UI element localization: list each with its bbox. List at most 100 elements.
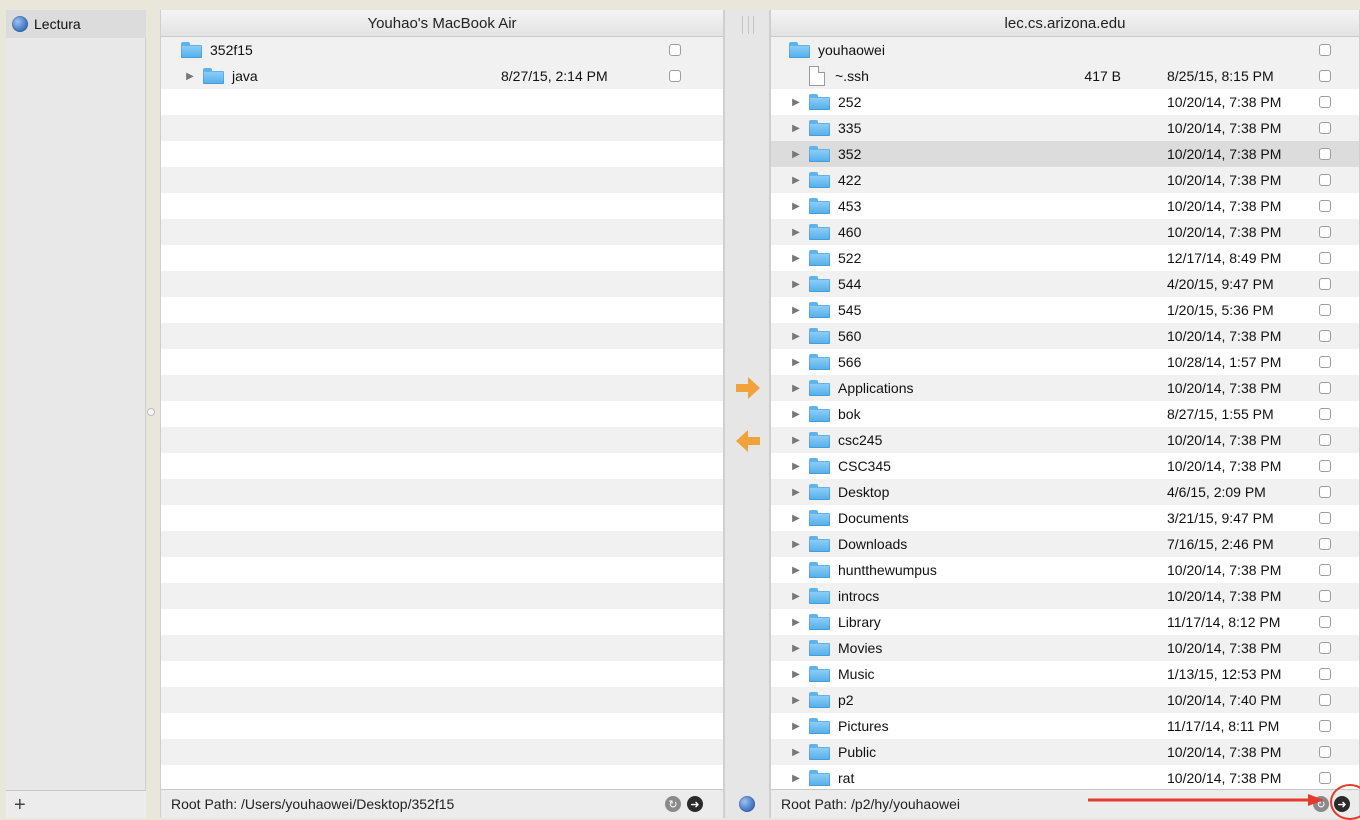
list-item[interactable]: ▶ 522 12/17/14, 8:49 PM [771, 245, 1359, 271]
list-item[interactable]: ▶ Pictures 11/17/14, 8:11 PM [771, 713, 1359, 739]
disclosure-triangle-icon[interactable]: ▶ [789, 695, 803, 706]
list-item[interactable]: ▶ 566 10/28/14, 1:57 PM [771, 349, 1359, 375]
list-item[interactable]: ▶ 545 1/20/15, 5:36 PM [771, 297, 1359, 323]
list-item[interactable]: ▶ 460 10/20/14, 7:38 PM [771, 219, 1359, 245]
disclosure-triangle-icon[interactable]: ▶ [789, 617, 803, 628]
disclosure-triangle-icon[interactable]: ▶ [789, 357, 803, 368]
row-checkbox[interactable] [1319, 746, 1331, 758]
list-item[interactable]: ▶ 352 10/20/14, 7:38 PM [771, 141, 1359, 167]
list-item[interactable]: ▶ huntthewumpus 10/20/14, 7:38 PM [771, 557, 1359, 583]
disclosure-triangle-icon[interactable]: ▶ [789, 175, 803, 186]
root-folder-row[interactable]: youhaowei [771, 37, 1359, 63]
row-checkbox[interactable] [1319, 278, 1331, 290]
row-checkbox[interactable] [1319, 486, 1331, 498]
row-checkbox[interactable] [1319, 226, 1331, 238]
row-checkbox[interactable] [1319, 590, 1331, 602]
row-checkbox[interactable] [1319, 434, 1331, 446]
disclosure-triangle-icon[interactable]: ▶ [789, 461, 803, 472]
row-checkbox[interactable] [1319, 252, 1331, 264]
row-checkbox[interactable] [1319, 720, 1331, 732]
row-checkbox[interactable] [1319, 356, 1331, 368]
list-item[interactable]: ~.ssh 417 B 8/25/15, 8:15 PM [771, 63, 1359, 89]
row-checkbox[interactable] [1319, 148, 1331, 160]
disclosure-triangle-icon[interactable]: ▶ [789, 435, 803, 446]
list-item[interactable]: ▶ 252 10/20/14, 7:38 PM [771, 89, 1359, 115]
list-item[interactable]: ▶ 560 10/20/14, 7:38 PM [771, 323, 1359, 349]
disclosure-triangle-icon[interactable]: ▶ [789, 773, 803, 784]
row-checkbox[interactable] [1319, 174, 1331, 186]
row-checkbox[interactable] [1319, 200, 1331, 212]
disclosure-triangle-icon[interactable]: ▶ [789, 591, 803, 602]
disclosure-triangle-icon[interactable]: ▶ [789, 487, 803, 498]
row-checkbox[interactable] [1319, 694, 1331, 706]
row-checkbox[interactable] [1319, 44, 1331, 56]
list-item[interactable]: ▶ CSC345 10/20/14, 7:38 PM [771, 453, 1359, 479]
list-item[interactable]: ▶ csc245 10/20/14, 7:38 PM [771, 427, 1359, 453]
row-checkbox[interactable] [669, 44, 681, 56]
list-item[interactable]: ▶ bok 8/27/15, 1:55 PM [771, 401, 1359, 427]
list-item[interactable]: ▶ java 8/27/15, 2:14 PM [161, 63, 723, 89]
split-handle[interactable] [147, 408, 155, 416]
disclosure-triangle-icon[interactable]: ▶ [789, 305, 803, 316]
list-item[interactable]: ▶ 544 4/20/15, 9:47 PM [771, 271, 1359, 297]
list-item[interactable]: ▶ Movies 10/20/14, 7:38 PM [771, 635, 1359, 661]
disclosure-triangle-icon[interactable]: ▶ [789, 539, 803, 550]
sidebar-item-lectura[interactable]: Lectura [6, 10, 146, 38]
list-item[interactable]: ▶ Applications 10/20/14, 7:38 PM [771, 375, 1359, 401]
row-checkbox[interactable] [1319, 408, 1331, 420]
list-item[interactable]: ▶ Downloads 7/16/15, 2:46 PM [771, 531, 1359, 557]
list-item[interactable]: ▶ 422 10/20/14, 7:38 PM [771, 167, 1359, 193]
disclosure-triangle-icon[interactable]: ▶ [789, 149, 803, 160]
refresh-icon[interactable]: ↻ [665, 796, 681, 812]
list-item[interactable]: ▶ Music 1/13/15, 12:53 PM [771, 661, 1359, 687]
disclosure-triangle-icon[interactable]: ▶ [789, 383, 803, 394]
disclosure-triangle-icon[interactable]: ▶ [789, 227, 803, 238]
list-item[interactable]: ▶ Public 10/20/14, 7:38 PM [771, 739, 1359, 765]
item-name: Desktop [838, 484, 890, 500]
row-checkbox[interactable] [1319, 70, 1331, 82]
list-item[interactable]: ▶ introcs 10/20/14, 7:38 PM [771, 583, 1359, 609]
disclosure-triangle-icon[interactable]: ▶ [789, 253, 803, 264]
disclosure-triangle-icon[interactable]: ▶ [789, 409, 803, 420]
arrow-left-icon[interactable] [734, 427, 762, 455]
disclosure-triangle-icon[interactable]: ▶ [789, 123, 803, 134]
root-folder-row[interactable]: 352f15 [161, 37, 723, 63]
disclosure-triangle-icon[interactable]: ▶ [789, 279, 803, 290]
item-name: csc245 [838, 432, 883, 448]
disclosure-triangle-icon[interactable]: ▶ [789, 331, 803, 342]
disclosure-triangle-icon[interactable]: ▶ [789, 565, 803, 576]
row-checkbox[interactable] [669, 70, 681, 82]
row-checkbox[interactable] [1319, 512, 1331, 524]
row-checkbox[interactable] [1319, 564, 1331, 576]
row-checkbox[interactable] [1319, 538, 1331, 550]
disclosure-triangle-icon[interactable]: ▶ [183, 71, 197, 82]
disclosure-triangle-icon[interactable]: ▶ [789, 97, 803, 108]
go-arrow-icon[interactable]: ➜ [687, 796, 703, 812]
row-checkbox[interactable] [1319, 668, 1331, 680]
list-item[interactable]: ▶ p2 10/20/14, 7:40 PM [771, 687, 1359, 713]
disclosure-triangle-icon[interactable]: ▶ [789, 643, 803, 654]
disclosure-triangle-icon[interactable]: ▶ [789, 513, 803, 524]
list-item[interactable]: ▶ 335 10/20/14, 7:38 PM [771, 115, 1359, 141]
disclosure-triangle-icon[interactable]: ▶ [789, 669, 803, 680]
row-checkbox[interactable] [1319, 330, 1331, 342]
row-checkbox[interactable] [1319, 304, 1331, 316]
list-item[interactable]: ▶ 453 10/20/14, 7:38 PM [771, 193, 1359, 219]
resize-grip[interactable] [742, 16, 754, 34]
add-server-button[interactable]: + [6, 790, 146, 818]
row-checkbox[interactable] [1319, 460, 1331, 472]
row-checkbox[interactable] [1319, 96, 1331, 108]
disclosure-triangle-icon[interactable]: ▶ [789, 747, 803, 758]
row-checkbox[interactable] [1319, 122, 1331, 134]
row-checkbox[interactable] [1319, 772, 1331, 784]
list-item[interactable]: ▶ Desktop 4/6/15, 2:09 PM [771, 479, 1359, 505]
list-item[interactable]: ▶ Library 11/17/14, 8:12 PM [771, 609, 1359, 635]
row-checkbox[interactable] [1319, 616, 1331, 628]
disclosure-triangle-icon[interactable]: ▶ [789, 201, 803, 212]
list-item[interactable]: ▶ Documents 3/21/15, 9:47 PM [771, 505, 1359, 531]
disclosure-triangle-icon[interactable]: ▶ [789, 721, 803, 732]
list-item[interactable]: ▶ rat 10/20/14, 7:38 PM [771, 765, 1359, 791]
arrow-right-icon[interactable] [734, 374, 762, 402]
row-checkbox[interactable] [1319, 642, 1331, 654]
row-checkbox[interactable] [1319, 382, 1331, 394]
